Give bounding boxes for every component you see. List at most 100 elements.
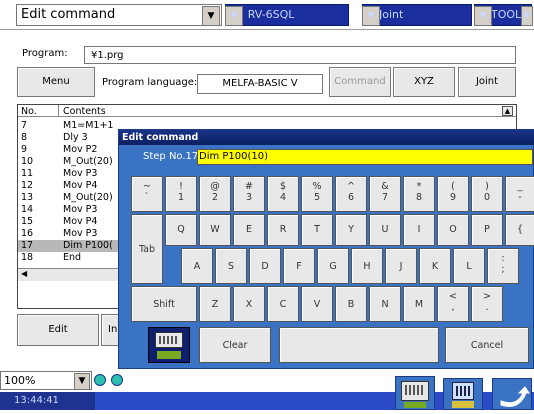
key-1[interactable]: ! 1 — [165, 176, 197, 212]
key-p[interactable]: P — [471, 214, 503, 246]
language-field[interactable]: MELFA-BASIC V — [197, 74, 323, 94]
key-u[interactable]: U — [369, 214, 401, 246]
chevron-down-icon[interactable]: ▼ — [225, 6, 243, 26]
list-item[interactable]: 7 M1=M1+1 — [18, 120, 118, 132]
clock: 13:44:41 — [0, 392, 95, 410]
list-item[interactable]: 14 Mov P3 — [18, 204, 118, 216]
key-tab[interactable]: Tab — [131, 214, 163, 284]
undo-arrow-icon — [500, 386, 530, 407]
list-item[interactable]: 9 Mov P2 — [18, 144, 118, 156]
list-item[interactable]: 10 M_Out(20) — [18, 156, 118, 168]
clear-button[interactable]: Clear — [199, 327, 271, 363]
key-tilde[interactable]: ~ ` — [131, 176, 163, 212]
key-minus[interactable]: _ - — [505, 176, 534, 212]
key-greater-than[interactable]: >. — [471, 286, 503, 322]
key-s[interactable]: S — [215, 248, 247, 284]
mode-label: Edit command — [21, 7, 116, 22]
key-f[interactable]: F — [283, 248, 315, 284]
mode-select[interactable]: Edit command ▼ — [16, 4, 222, 26]
scroll-up-icon[interactable]: ▲ — [502, 106, 513, 116]
key-8[interactable]: * 8 — [403, 176, 435, 212]
key-2[interactable]: @2 — [199, 176, 231, 212]
key-z[interactable]: Z — [199, 286, 231, 322]
key-d[interactable]: D — [249, 248, 281, 284]
chevron-down-icon[interactable]: ▼ — [362, 6, 380, 26]
list-item[interactable]: 16 Mov P3 — [18, 228, 118, 240]
scroll-left-icon[interactable]: ◀ — [21, 269, 27, 278]
key-w[interactable]: W — [199, 214, 231, 246]
command-button[interactable]: Command — [329, 67, 391, 97]
key-space[interactable] — [279, 327, 439, 363]
edit-button[interactable]: Edit — [17, 314, 99, 346]
key-o[interactable]: O — [437, 214, 469, 246]
list-item[interactable]: 15 Mov P4 — [18, 216, 118, 228]
keyboard-toggle-button[interactable] — [395, 376, 435, 410]
menu-panel-icon — [452, 382, 474, 400]
back-button[interactable] — [492, 378, 532, 410]
key-3[interactable]: #3 — [233, 176, 265, 212]
col-contents: Contents — [63, 106, 106, 117]
horizontal-scrollbar[interactable]: ◀ — [18, 268, 118, 281]
menu-panel-button[interactable] — [443, 378, 483, 410]
key-m[interactable]: M — [403, 286, 435, 322]
key-brace[interactable]: { — [505, 214, 534, 246]
list-item-selected[interactable]: 17 Dim P100( — [18, 240, 118, 252]
key-j[interactable]: J — [385, 248, 417, 284]
key-7[interactable]: & 7 — [369, 176, 401, 212]
dialog-title: Edit command — [119, 130, 534, 145]
key-l[interactable]: L — [453, 248, 485, 284]
key-9[interactable]: (9 — [437, 176, 469, 212]
zoom-select[interactable]: 100% ▼ — [0, 371, 92, 390]
column-divider — [58, 105, 59, 117]
key-semicolon[interactable]: :; — [487, 248, 519, 284]
key-v[interactable]: V — [301, 286, 333, 322]
key-x[interactable]: X — [233, 286, 265, 322]
joint-button[interactable]: Joint — [458, 67, 516, 97]
list-item[interactable]: 12 Mov P4 — [18, 180, 118, 192]
col-no: No. — [21, 106, 37, 117]
step-input[interactable]: Dim P100(10) — [197, 149, 533, 165]
key-less-than[interactable]: <, — [437, 286, 469, 322]
title-bar: Edit command ▼ 1 : RV-6SQL ▼ Joint ▼ TOO… — [0, 0, 534, 30]
frame-select[interactable]: Joint ▼ — [362, 4, 472, 26]
chevron-down-icon[interactable]: ▼ — [474, 6, 492, 26]
key-n[interactable]: N — [369, 286, 401, 322]
menu-button[interactable]: Menu — [17, 67, 95, 97]
chevron-down-icon[interactable]: ▼ — [521, 6, 533, 26]
key-q[interactable]: Q — [165, 214, 197, 246]
key-g[interactable]: G — [317, 248, 349, 284]
chevron-down-icon[interactable]: ▼ — [74, 373, 90, 390]
list-item[interactable]: 11 Mov P3 — [18, 168, 118, 180]
xyz-button[interactable]: XYZ — [393, 67, 455, 97]
step-label: Step No.17 — [143, 151, 199, 162]
cancel-button[interactable]: Cancel — [445, 327, 529, 363]
edit-command-dialog: Edit command Step No.17 Dim P100(10) ~ ` … — [118, 129, 534, 369]
key-e[interactable]: E — [233, 214, 265, 246]
key-h[interactable]: H — [351, 248, 383, 284]
key-4[interactable]: $4 — [267, 176, 299, 212]
key-t[interactable]: T — [301, 214, 333, 246]
key-shift[interactable]: Shift — [131, 286, 197, 322]
key-y[interactable]: Y — [335, 214, 367, 246]
key-5[interactable]: % 5 — [301, 176, 333, 212]
key-6[interactable]: ^ 6 — [335, 176, 367, 212]
program-field[interactable]: ¥1.prg — [84, 46, 516, 64]
key-b[interactable]: B — [335, 286, 367, 322]
list-item[interactable]: 18 End — [18, 252, 118, 264]
list-item[interactable]: 13 M_Out(20) — [18, 192, 118, 204]
key-0[interactable]: ) 0 — [471, 176, 503, 212]
menu-indicator — [452, 401, 474, 408]
chevron-down-icon[interactable]: ▼ — [202, 6, 220, 26]
key-i[interactable]: I — [403, 214, 435, 246]
list-item[interactable]: 8 Dly 3 — [18, 132, 118, 144]
keyboard-switch-button[interactable] — [148, 327, 190, 363]
status-indicator — [94, 374, 106, 386]
robot-select[interactable]: 1 : RV-6SQL ▼ — [225, 4, 349, 26]
key-a[interactable]: A — [181, 248, 213, 284]
key-c[interactable]: C — [267, 286, 299, 322]
key-k[interactable]: K — [419, 248, 451, 284]
tool-select[interactable]: TOOL0 ▼ ▼ — [474, 4, 533, 26]
language-label: Program language: — [102, 77, 198, 88]
key-r[interactable]: R — [267, 214, 299, 246]
keyboard-icon — [155, 332, 183, 348]
